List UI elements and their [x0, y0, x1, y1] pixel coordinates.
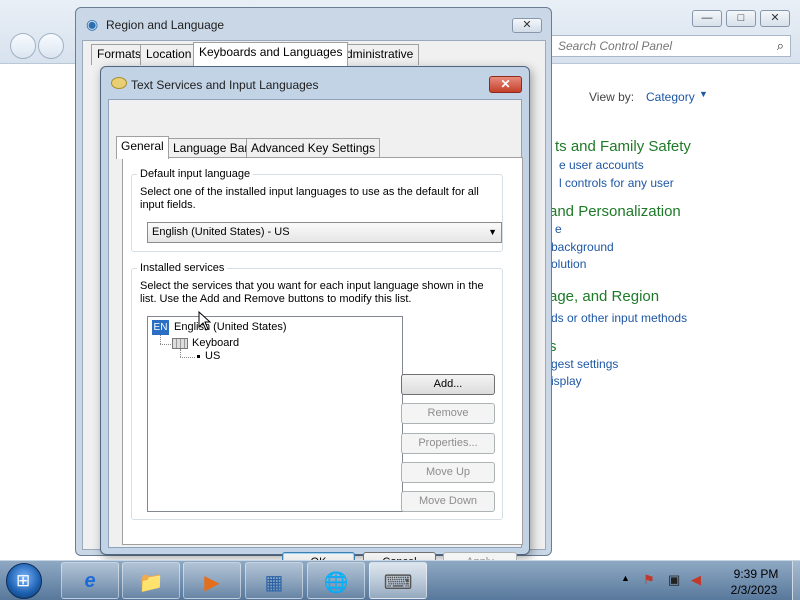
taskbar-app-text-services[interactable]: ⌨: [369, 562, 427, 599]
search-input[interactable]: Search Control Panel ⌕: [551, 35, 791, 57]
internet-explorer-icon: e: [84, 570, 96, 592]
taskbar-app-media-player[interactable]: ▶: [183, 562, 241, 599]
tab-advanced-key-settings[interactable]: Advanced Key Settings: [246, 138, 381, 158]
move-up-button[interactable]: Move Up: [401, 462, 495, 483]
category-link[interactable]: olution: [551, 257, 586, 271]
chevron-down-icon[interactable]: ▼: [699, 89, 708, 99]
default-language-legend: Default input language: [140, 168, 251, 180]
taskbar-app-control-panel[interactable]: ▦: [245, 562, 303, 599]
default-language-value: English (United States) - US: [152, 226, 290, 238]
close-button[interactable]: ✕: [512, 18, 542, 33]
move-down-button[interactable]: Move Down: [401, 491, 495, 512]
dialog-title: Text Services and Input Languages: [131, 78, 319, 92]
region-globe-icon: 🌐: [323, 572, 349, 594]
properties-button[interactable]: Properties...: [401, 433, 495, 454]
tree-item-language[interactable]: English (United States): [174, 321, 287, 333]
media-player-icon: ▶: [204, 572, 220, 594]
show-hidden-icons-button[interactable]: ▲: [621, 573, 630, 583]
close-button[interactable]: ✕: [489, 76, 522, 93]
taskbar-app-region-language[interactable]: 🌐: [307, 562, 365, 599]
tree-item-us-layout[interactable]: US: [205, 350, 220, 362]
add-button[interactable]: Add...: [401, 374, 495, 395]
taskbar-app-file-explorer[interactable]: 📁: [122, 562, 180, 599]
bullet-icon: [197, 355, 200, 358]
search-icon[interactable]: ⌕: [777, 38, 784, 54]
remove-button[interactable]: Remove: [401, 403, 495, 424]
category-heading-region[interactable]: age, and Region: [549, 288, 659, 305]
text-services-dialog: Text Services and Input Languages ✕ Gene…: [100, 66, 530, 573]
keyboard-icon: [172, 338, 188, 349]
tab-keyboards-and-languages[interactable]: Keyboards and Languages: [193, 42, 349, 66]
mouse-cursor-icon: [198, 311, 212, 331]
maximize-button[interactable]: □: [726, 10, 756, 27]
text-services-icon: ⌨: [383, 572, 413, 594]
installed-services-description: Select the services that you want for ea…: [140, 280, 484, 305]
file-explorer-icon: 📁: [138, 572, 164, 594]
forward-button[interactable]: [38, 33, 64, 59]
keyboard-icon: [111, 77, 127, 89]
windows-logo-icon: ⊞: [16, 571, 31, 590]
tab-language-bar[interactable]: Language Bar: [168, 138, 254, 158]
installed-services-legend: Installed services: [140, 262, 225, 274]
control-panel-icon: ▦: [264, 572, 284, 594]
category-link[interactable]: gest settings: [551, 357, 618, 371]
tab-formats[interactable]: Formats: [91, 44, 148, 65]
dialog-title: Region and Language: [106, 18, 225, 32]
tree-item-keyboard[interactable]: Keyboard: [192, 337, 239, 349]
tab-location[interactable]: Location: [140, 44, 198, 65]
category-heading-family-safety[interactable]: ts and Family Safety: [555, 138, 691, 155]
volume-muted-icon[interactable]: ◀: [691, 572, 701, 588]
clock-time[interactable]: 9:39 PM: [728, 567, 784, 581]
default-language-description: Select one of the installed input langua…: [140, 186, 479, 211]
start-button[interactable]: ⊞: [6, 563, 42, 599]
taskbar: ⊞ e 📁 ▶ ▦ 🌐 ⌨ ▲ ⚑ ▣ ◀ 9:39 PM 2/3/2023: [0, 560, 800, 600]
view-by-label: View by:: [589, 90, 635, 104]
clock-date[interactable]: 2/3/2023: [724, 583, 784, 597]
default-language-select[interactable]: English (United States) - US ▼: [147, 222, 502, 243]
globe-icon: ◉: [86, 16, 99, 32]
search-placeholder: Search Control Panel: [558, 39, 673, 53]
category-link[interactable]: l controls for any user: [559, 176, 674, 190]
category-link[interactable]: ds or other input methods: [551, 311, 687, 325]
category-link[interactable]: isplay: [551, 374, 582, 388]
minimize-button[interactable]: —: [692, 10, 722, 27]
chevron-down-icon[interactable]: ▼: [488, 223, 497, 242]
view-by-dropdown[interactable]: Category: [646, 90, 695, 104]
close-button[interactable]: ✕: [760, 10, 790, 27]
show-desktop-button[interactable]: [792, 561, 800, 600]
tab-general[interactable]: General: [116, 136, 169, 159]
text-services-body: General Language Bar Advanced Key Settin…: [108, 99, 523, 573]
tree-connector: [180, 357, 195, 358]
tree-connector: [160, 335, 161, 344]
back-button[interactable]: [10, 33, 36, 59]
category-heading-appearance[interactable]: and Personalization: [549, 203, 681, 220]
tree-connector: [180, 349, 181, 357]
tree-connector: [160, 344, 171, 345]
action-center-icon[interactable]: ⚑: [643, 572, 655, 588]
category-link[interactable]: e user accounts: [559, 158, 644, 172]
network-icon[interactable]: ▣: [668, 572, 680, 588]
category-link[interactable]: background: [551, 240, 614, 254]
taskbar-app-internet-explorer[interactable]: e: [61, 562, 119, 599]
installed-services-tree[interactable]: EN English (United States) Keyboard US: [147, 316, 403, 512]
language-badge-icon: EN: [152, 320, 169, 335]
category-link[interactable]: e: [555, 222, 562, 236]
